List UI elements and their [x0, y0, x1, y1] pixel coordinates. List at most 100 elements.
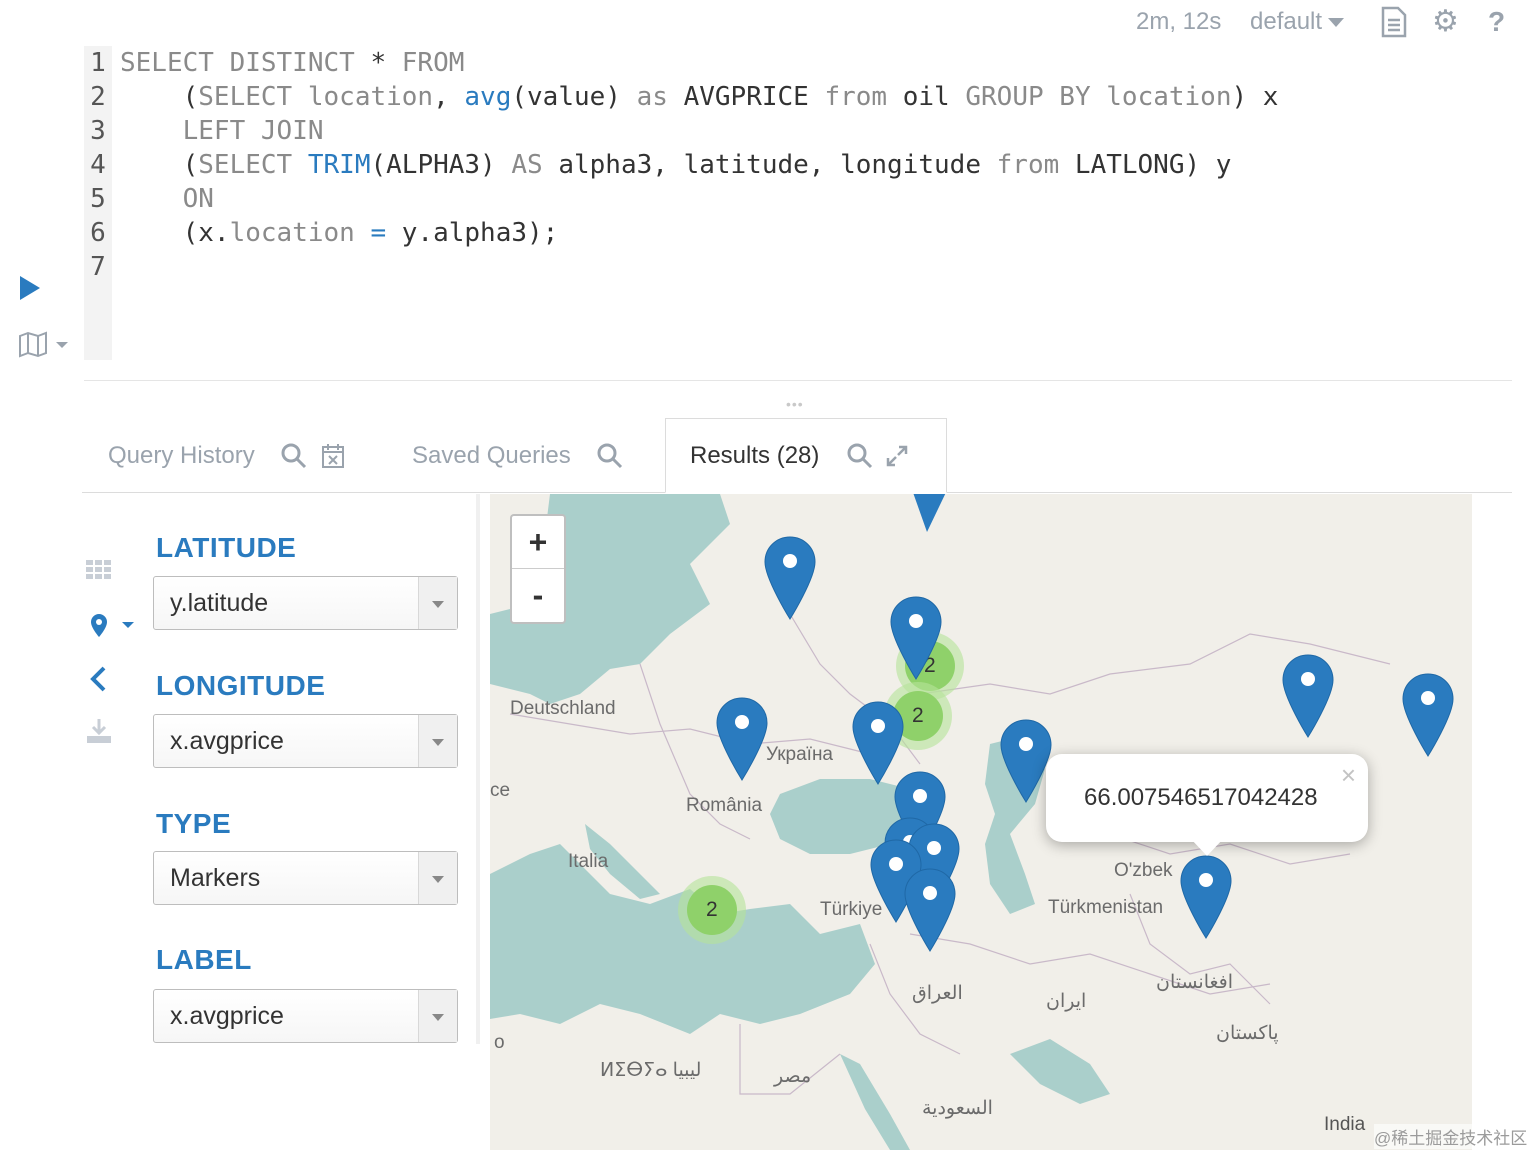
execution-time: 2m, 12s: [1136, 8, 1222, 35]
tab-results[interactable]: Results (28): [665, 418, 947, 493]
format-button[interactable]: [18, 330, 74, 358]
code-token: TRIM: [307, 150, 371, 180]
database-selector[interactable]: default: [1250, 8, 1345, 36]
label-select[interactable]: x.avgprice: [153, 989, 458, 1043]
code-token: FROM: [401, 48, 465, 78]
grid-view-icon[interactable]: [84, 556, 116, 586]
line-number: 1: [90, 48, 106, 78]
longitude-label: LONGITUDE: [156, 670, 326, 701]
gear-icon[interactable]: ⚙: [1432, 6, 1462, 38]
code-token: location: [1106, 82, 1232, 112]
code-token: location: [307, 82, 434, 112]
tab-query-history[interactable]: Query History: [108, 418, 345, 494]
search-icon[interactable]: [281, 443, 307, 469]
tab-label: Query History: [108, 442, 255, 469]
code-token: *: [354, 48, 402, 78]
expand-icon[interactable]: [885, 444, 909, 468]
map-marker[interactable]: [890, 596, 942, 680]
latitude-select[interactable]: y.latitude: [153, 576, 458, 630]
run-button[interactable]: [20, 276, 40, 300]
code-token: ON: [182, 184, 214, 214]
longitude-value: x.avgprice: [170, 727, 284, 755]
map-marker[interactable]: [764, 536, 816, 620]
code-text: LEFT JOIN: [112, 116, 324, 146]
popup-tip: [1190, 838, 1224, 856]
line-number: 7: [90, 252, 106, 282]
code-text: (SELECT location, avg(value) as AVGPRICE…: [112, 82, 1279, 112]
search-icon[interactable]: [847, 443, 873, 469]
code-token: =: [370, 218, 387, 248]
code-token: AVGPRICE: [667, 82, 825, 112]
chevron-left-icon[interactable]: [84, 664, 116, 694]
tab-label: Saved Queries: [412, 442, 571, 469]
sql-editor[interactable]: 1 SELECT DISTINCT * FROM 2 (SELECT locatio…: [84, 46, 1524, 360]
code-line[interactable]: 4 (SELECT TRIM(ALPHA3) AS alpha3, latitu…: [84, 148, 1231, 182]
code-token: ,: [433, 82, 465, 112]
resize-handle[interactable]: •••: [786, 396, 804, 412]
map-book-icon: [19, 331, 47, 358]
map-marker[interactable]: [904, 868, 956, 952]
chevron-down-icon: [418, 852, 457, 904]
latitude-value: y.latitude: [170, 589, 269, 617]
map-marker[interactable]: [1282, 654, 1334, 738]
tab-saved-queries[interactable]: Saved Queries: [412, 418, 623, 494]
help-icon[interactable]: ?: [1488, 6, 1518, 38]
code-line[interactable]: 5 ON: [84, 182, 214, 216]
close-icon[interactable]: ×: [1341, 762, 1356, 788]
download-icon[interactable]: [84, 716, 116, 746]
zoom-in-button[interactable]: +: [512, 516, 564, 569]
type-select[interactable]: Markers: [153, 851, 458, 905]
document-icon[interactable]: [1380, 6, 1410, 38]
calendar-clear-icon[interactable]: [321, 443, 345, 469]
line-number: 6: [90, 218, 106, 248]
chevron-down-icon: [418, 577, 457, 629]
chevron-down-icon: [56, 342, 68, 348]
line-number: 2: [90, 82, 106, 112]
code-token: avg: [464, 82, 512, 112]
label-label: LABEL: [156, 944, 252, 975]
type-label: TYPE: [156, 808, 232, 839]
code-text: SELECT DISTINCT * FROM: [112, 48, 464, 78]
line-number: 4: [90, 150, 106, 180]
code-text: (SELECT TRIM(ALPHA3) AS alpha3, latitude…: [112, 150, 1232, 180]
map-marker[interactable]: [1402, 673, 1454, 757]
code-token: as: [636, 82, 668, 112]
code-line[interactable]: 7: [84, 250, 120, 284]
longitude-select[interactable]: x.avgprice: [153, 714, 458, 768]
code-token: alpha3, latitude, longitude: [542, 150, 997, 180]
type-value: Markers: [170, 864, 261, 892]
code-token: ) x: [1231, 82, 1279, 112]
code-token: (x.: [120, 218, 230, 248]
code-line[interactable]: 3 LEFT JOIN: [84, 114, 324, 148]
map-attribution-label: India: [1324, 1114, 1366, 1135]
code-token: location: [229, 218, 355, 248]
editor-divider: [84, 380, 1512, 381]
code-line[interactable]: 2 (SELECT location, avg(value) as AVGPRI…: [84, 80, 1278, 114]
code-text: (x.location = y.alpha3);: [112, 218, 559, 248]
zoom-out-button[interactable]: -: [512, 569, 564, 621]
map-marker[interactable]: [910, 494, 950, 532]
code-token: (: [120, 82, 199, 112]
search-icon[interactable]: [597, 443, 623, 469]
code-token: GROUP BY: [965, 82, 1091, 112]
code-token: AS: [511, 150, 543, 180]
map-marker[interactable]: [852, 701, 904, 785]
map-marker-view-icon[interactable]: [84, 612, 140, 642]
chevron-down-icon: [418, 715, 457, 767]
panel-resize-divider[interactable]: [476, 494, 480, 1044]
map-marker[interactable]: [1180, 855, 1232, 939]
code-token: from: [996, 150, 1060, 180]
code-line[interactable]: 1 SELECT DISTINCT * FROM: [84, 46, 464, 80]
code-line[interactable]: 6 (x.location = y.alpha3);: [84, 216, 558, 250]
map-marker[interactable]: [716, 697, 768, 781]
code-token: SELECT: [198, 82, 293, 112]
popup-value: 66.007546517042428: [1084, 784, 1318, 811]
line-number: 3: [90, 116, 106, 146]
chevron-down-icon: [418, 990, 457, 1042]
map-marker[interactable]: [1000, 719, 1052, 803]
